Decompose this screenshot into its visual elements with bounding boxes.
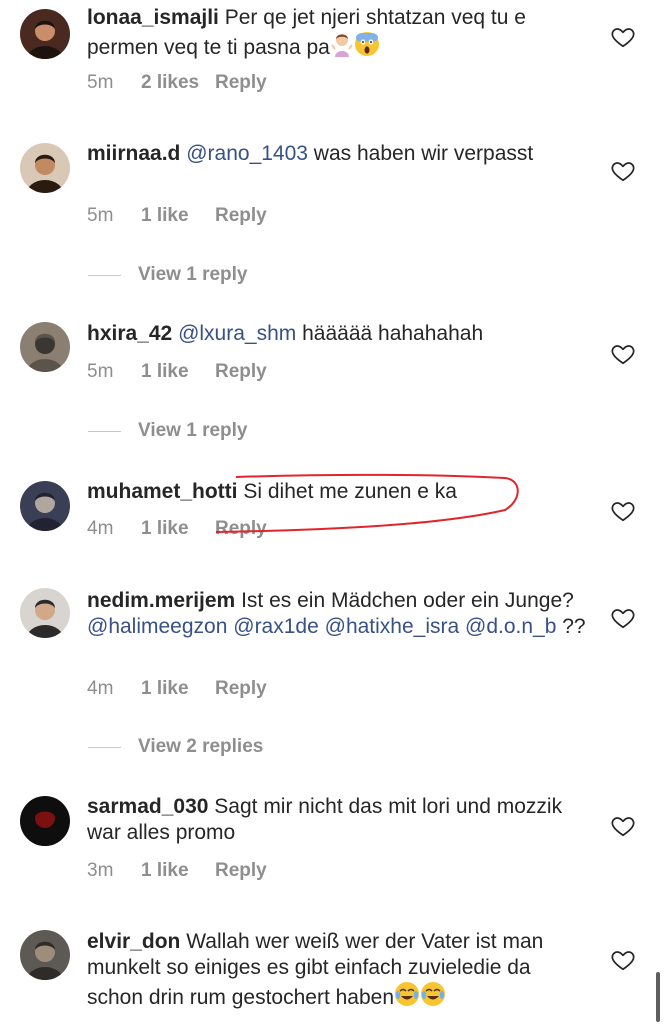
avatar[interactable]	[20, 588, 70, 638]
reply-button[interactable]: Reply	[215, 518, 267, 540]
like-heart-icon[interactable]	[610, 605, 636, 631]
mention-link[interactable]: @hatixhe_isra	[325, 615, 460, 638]
reply-button[interactable]: Reply	[215, 361, 267, 383]
comment-body-text: was haben wir verpasst	[307, 142, 534, 165]
comment-username[interactable]: lonaa_ismajli	[87, 6, 219, 29]
tears-of-joy-emoji	[394, 981, 420, 1014]
replies-divider-line	[88, 274, 121, 276]
comment-username[interactable]: nedim.merijem	[87, 589, 235, 612]
comment-meta: 5m 2 likes Reply	[87, 72, 267, 94]
comment-timestamp: 5m	[87, 205, 114, 226]
avatar[interactable]	[20, 143, 70, 193]
comment-username[interactable]: miirnaa.d	[87, 142, 180, 165]
comment-body-text: Si dihet me zunen e ka	[243, 480, 457, 503]
comment-text: miirnaa.d @rano_1403 was haben wir verpa…	[87, 141, 587, 167]
comment-text: elvir_don Wallah wer weiß wer der Vater …	[87, 929, 587, 1014]
like-heart-icon[interactable]	[610, 341, 636, 367]
view-replies-label: View 2 replies	[138, 736, 264, 757]
mention-link[interactable]: @lxura_shm	[178, 322, 296, 345]
comment-body-text: häääää hahahahah	[296, 322, 484, 345]
view-replies-label: View 1 reply	[138, 420, 248, 441]
reply-button[interactable]: Reply	[215, 72, 267, 94]
avatar[interactable]	[20, 930, 70, 980]
comment-text: hxira_42 @lxura_shm häääää hahahahah	[87, 321, 587, 347]
likes-count[interactable]: 1 like	[141, 205, 215, 227]
tears-of-joy-emoji	[420, 981, 446, 1014]
comment-username[interactable]: hxira_42	[87, 322, 172, 345]
likes-count[interactable]: 2 likes	[141, 72, 215, 94]
avatar[interactable]	[20, 481, 70, 531]
comment-meta: 5m 1 like Reply	[87, 205, 267, 227]
replies-divider-line	[88, 430, 121, 432]
like-heart-icon[interactable]	[610, 158, 636, 184]
comment-body-text: ??	[556, 615, 586, 638]
comment-username[interactable]: sarmad_030	[87, 795, 208, 818]
reply-button[interactable]: Reply	[215, 678, 267, 700]
comment-text: lonaa_ismajli Per qe jet njeri shtatzan …	[87, 5, 587, 64]
comment-timestamp: 4m	[87, 678, 114, 699]
comment-meta: 4m 1 like Reply	[87, 678, 267, 700]
mention-link[interactable]: @d.o.n_b	[465, 615, 556, 638]
screaming-face-emoji	[354, 31, 380, 64]
view-replies-label: View 1 reply	[138, 264, 248, 285]
reply-button[interactable]: Reply	[215, 860, 267, 882]
scrollbar[interactable]	[656, 972, 660, 1022]
comment-meta: 5m 1 like Reply	[87, 361, 267, 383]
comment-meta: 3m 1 like Reply	[87, 860, 267, 882]
likes-count[interactable]: 1 like	[141, 678, 215, 700]
comment-meta: 4m 1 like Reply	[87, 518, 267, 540]
comment-text: muhamet_hotti Si dihet me zunen e ka	[87, 479, 587, 505]
avatar[interactable]	[20, 9, 70, 59]
like-heart-icon[interactable]	[610, 947, 636, 973]
comment-username[interactable]: elvir_don	[87, 930, 180, 953]
likes-count[interactable]: 1 like	[141, 361, 215, 383]
person-shrugging-emoji	[330, 31, 354, 64]
like-heart-icon[interactable]	[610, 813, 636, 839]
likes-count[interactable]: 1 like	[141, 860, 215, 882]
mention-link[interactable]: @rax1de	[233, 615, 319, 638]
comment-timestamp: 5m	[87, 361, 114, 382]
likes-count[interactable]: 1 like	[141, 518, 215, 540]
comment-timestamp: 5m	[87, 72, 114, 93]
mention-link[interactable]: @halimeegzon	[87, 615, 227, 638]
replies-divider-line	[88, 746, 121, 748]
view-replies-button[interactable]: View 1 reply	[88, 264, 248, 286]
comment-timestamp: 4m	[87, 518, 114, 539]
comment-username[interactable]: muhamet_hotti	[87, 480, 238, 503]
comment-timestamp: 3m	[87, 860, 114, 881]
view-replies-button[interactable]: View 1 reply	[88, 420, 248, 442]
comment-body-text: Ist es ein Mädchen oder ein Junge?	[241, 589, 574, 612]
reply-button[interactable]: Reply	[215, 205, 267, 227]
avatar[interactable]	[20, 322, 70, 372]
like-heart-icon[interactable]	[610, 498, 636, 524]
mention-link[interactable]: @rano_1403	[186, 142, 308, 165]
comment-text: nedim.merijem Ist es ein Mädchen oder ei…	[87, 588, 587, 640]
view-replies-button[interactable]: View 2 replies	[88, 736, 263, 758]
like-heart-icon[interactable]	[610, 24, 636, 50]
comment-text: sarmad_030 Sagt mir nicht das mit lori u…	[87, 794, 587, 846]
avatar[interactable]	[20, 796, 70, 846]
